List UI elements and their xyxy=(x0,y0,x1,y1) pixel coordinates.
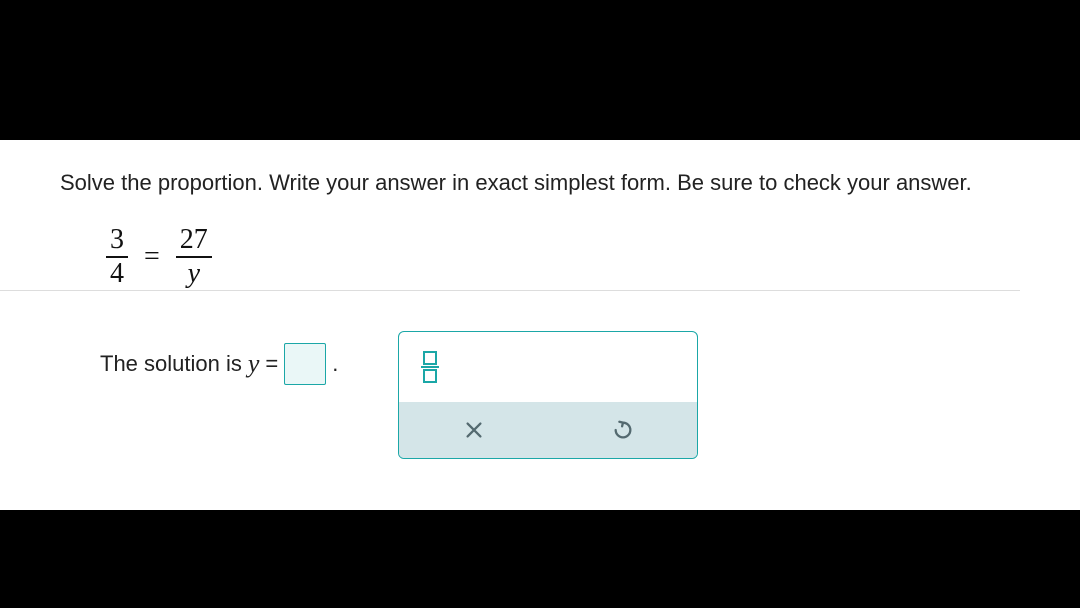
fraction-icon-top xyxy=(423,351,437,365)
solution-period: . xyxy=(332,351,338,377)
fraction-icon-bottom xyxy=(423,369,437,383)
solution-prefix: The solution is xyxy=(100,351,242,377)
solution-line: The solution is y = . xyxy=(60,343,338,385)
fraction-left-numerator: 3 xyxy=(106,224,128,256)
proportion-equation: 3 4 = 27 y xyxy=(100,224,1020,290)
content-area: Solve the proportion. Write your answer … xyxy=(0,140,1080,510)
undo-button[interactable] xyxy=(549,402,698,458)
solution-equals: = xyxy=(265,351,278,377)
letterbox-bottom xyxy=(0,510,1080,608)
math-tool-panel xyxy=(398,331,698,459)
close-icon xyxy=(463,419,485,441)
fraction-right: 27 y xyxy=(176,224,212,290)
instruction-text: Solve the proportion. Write your answer … xyxy=(60,170,1020,196)
tool-panel-bottom xyxy=(399,402,697,458)
solution-variable: y xyxy=(248,349,260,379)
undo-icon xyxy=(612,419,634,441)
equals-sign: = xyxy=(144,241,160,273)
fraction-icon-bar xyxy=(421,366,439,368)
fraction-right-numerator: 27 xyxy=(176,224,212,256)
clear-button[interactable] xyxy=(399,402,548,458)
fraction-left: 3 4 xyxy=(106,224,128,290)
tool-panel-top xyxy=(399,332,697,402)
letterbox-top xyxy=(0,0,1080,140)
fraction-tool-button[interactable] xyxy=(421,350,439,384)
answer-input[interactable] xyxy=(284,343,326,385)
fraction-left-denominator: 4 xyxy=(106,258,128,290)
fraction-right-denominator: y xyxy=(184,258,204,290)
answer-section: The solution is y = . xyxy=(0,290,1020,459)
